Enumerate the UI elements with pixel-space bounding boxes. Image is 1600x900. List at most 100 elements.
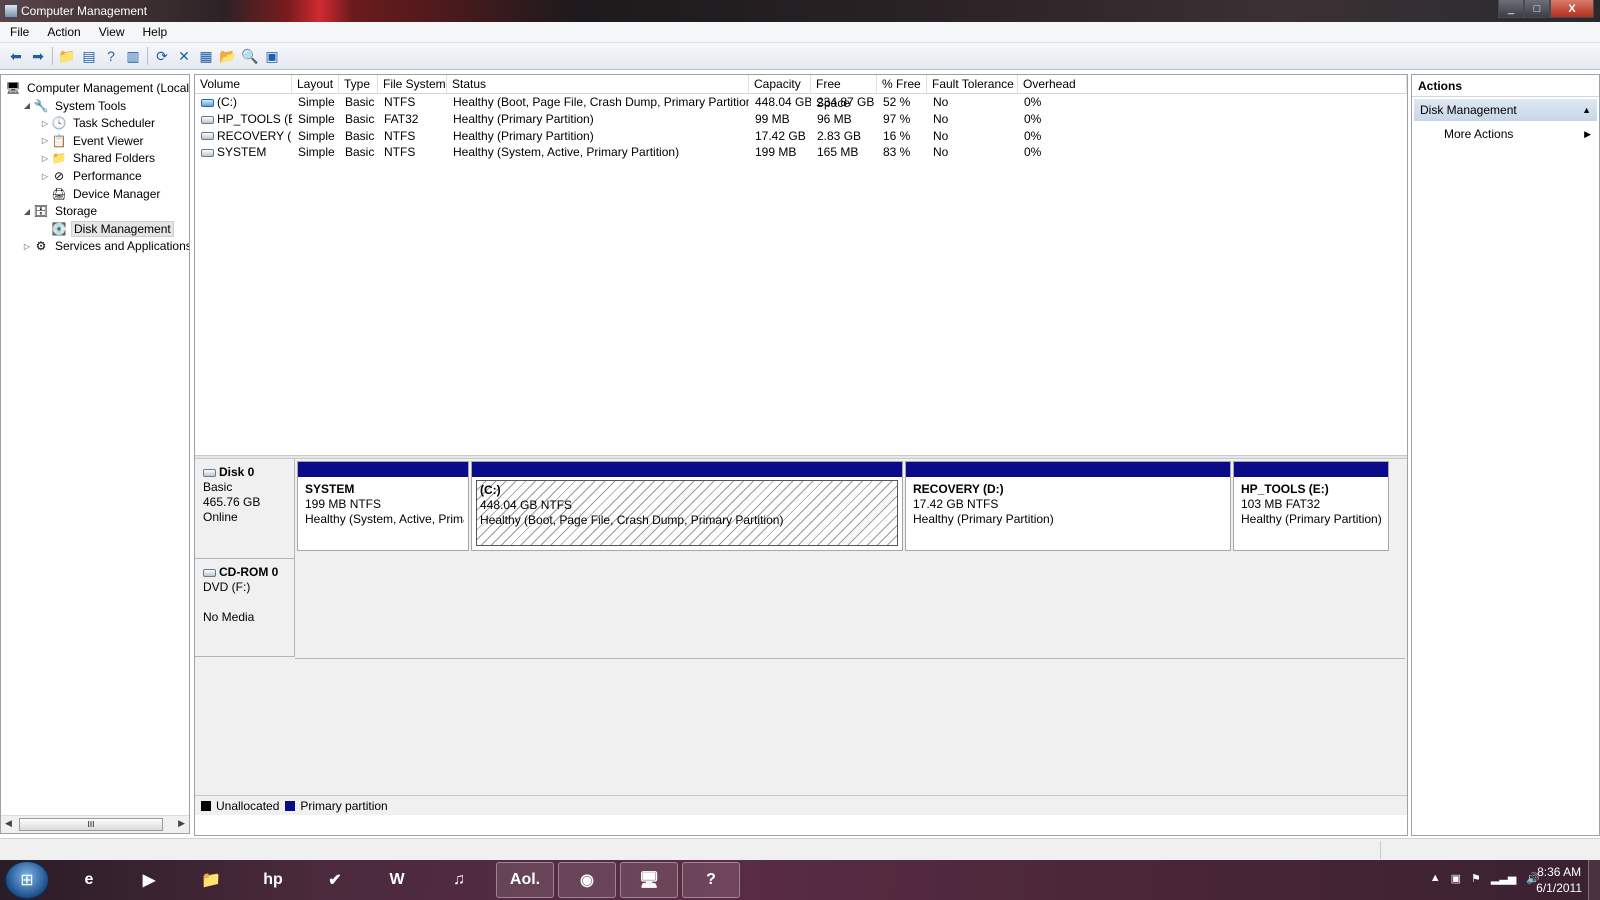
- open-icon[interactable]: 📂: [217, 46, 239, 66]
- internet-explorer-icon[interactable]: e: [60, 862, 118, 898]
- volume-cell-status: Healthy (Primary Partition): [453, 128, 594, 143]
- volume-row[interactable]: HP_TOOLS (E:) Simple Basic FAT32 Healthy (Pr…: [195, 111, 1407, 128]
- checkmark-app-icon[interactable]: ✔: [306, 862, 364, 898]
- graphical-disk-view: Disk 0 Basic 465.76 GB Online SYSTEM 199…: [195, 459, 1407, 815]
- volume-cell-free: 16 %: [883, 128, 911, 143]
- cdrom0-label[interactable]: CD-ROM 0 DVD (F:) No Media: [195, 559, 295, 657]
- volume-cell-status: Healthy (System, Active, Primary Partiti…: [453, 145, 680, 160]
- more-actions-item[interactable]: More Actions ▶: [1414, 123, 1597, 145]
- start-button[interactable]: ⊞: [5, 861, 49, 899]
- column-header-type[interactable]: Type: [339, 75, 378, 94]
- expand-arrow-icon[interactable]: ▷: [39, 119, 51, 128]
- column-header-fault-tolerance[interactable]: Fault Tolerance: [927, 75, 1018, 94]
- word-icon[interactable]: W: [368, 862, 426, 898]
- expand-arrow-icon[interactable]: ▷: [39, 172, 51, 181]
- actions-section-disk-management[interactable]: Disk Management ▲: [1414, 99, 1597, 121]
- explorer-icon[interactable]: 📁: [182, 862, 240, 898]
- show-hide-action-pane-icon[interactable]: ▥: [122, 46, 144, 66]
- expand-arrow-icon[interactable]: ▷: [21, 242, 33, 251]
- refresh-icon[interactable]: ⟳: [151, 46, 173, 66]
- media-player-icon[interactable]: ▶: [120, 862, 178, 898]
- computer-management-icon[interactable]: 🖥: [620, 862, 678, 898]
- submenu-arrow-icon: ▶: [1584, 129, 1591, 139]
- device-icon[interactable]: ▣: [1451, 872, 1461, 885]
- disk0-type: Basic: [203, 480, 233, 494]
- properties-icon[interactable]: ▦: [195, 46, 217, 66]
- tree-item-system-tools[interactable]: ◢ 🔧 System Tools: [21, 97, 128, 115]
- close-button[interactable]: X: [1550, 0, 1594, 18]
- search-icon[interactable]: 🔍: [239, 46, 261, 66]
- tree-item-services-and-applications[interactable]: ▷ ⚙ Services and Applications: [21, 237, 189, 255]
- scroll-left-icon[interactable]: ◀: [5, 818, 12, 829]
- disk0-label[interactable]: Disk 0 Basic 465.76 GB Online: [195, 459, 295, 559]
- app-orb-icon[interactable]: ◉: [558, 862, 616, 898]
- show-hide-console-tree-icon[interactable]: ▤: [78, 46, 100, 66]
- partition-recovery[interactable]: RECOVERY (D:) 17.42 GB NTFS Healthy (Pri…: [905, 461, 1231, 551]
- menu-help[interactable]: Help: [133, 25, 176, 39]
- menu-action[interactable]: Action: [37, 25, 88, 39]
- action-center-flag-icon[interactable]: ⚑: [1471, 872, 1481, 885]
- tree-item-event-viewer[interactable]: ▷ 📋 Event Viewer: [39, 132, 145, 150]
- tree-item-label: Services and Applications: [55, 239, 189, 254]
- menu-file[interactable]: File: [0, 25, 37, 39]
- volume-cell-status: Healthy (Boot, Page File, Crash Dump, Pr…: [453, 95, 749, 109]
- partition-c[interactable]: (C:) 448.04 GB NTFS Healthy (Boot, Page …: [471, 461, 903, 551]
- computer-icon: 🖥: [5, 81, 21, 95]
- column-header-volume[interactable]: Volume: [195, 75, 292, 94]
- column-header-layout[interactable]: Layout: [292, 75, 339, 94]
- back-icon[interactable]: ⬅: [5, 46, 27, 66]
- network-icon[interactable]: ▂▃▅: [1491, 872, 1516, 885]
- title-bar[interactable]: Computer Management _ □ X: [0, 0, 1600, 22]
- volume-cell-fault-tolerance: No: [933, 95, 949, 109]
- services-icon: ⚙: [35, 239, 47, 254]
- column-header-file-system[interactable]: File System: [378, 75, 447, 94]
- tree-item-performance[interactable]: ▷ ⊘ Performance: [39, 167, 144, 185]
- tree-item-device-manager[interactable]: 🖨 Device Manager: [39, 185, 162, 203]
- expand-arrow-icon[interactable]: ◢: [21, 101, 33, 110]
- help-support-icon[interactable]: ?: [682, 862, 740, 898]
- delete-icon[interactable]: ✕: [173, 46, 195, 66]
- tree-item-disk-management[interactable]: 💽 Disk Management: [39, 220, 174, 238]
- help-icon[interactable]: ?: [100, 46, 122, 66]
- partition-name: RECOVERY (D:): [913, 482, 1004, 496]
- tree-item-task-scheduler[interactable]: ▷ 🕓 Task Scheduler: [39, 114, 157, 132]
- column-header-free[interactable]: % Free: [877, 75, 927, 94]
- column-header-status[interactable]: Status: [447, 75, 749, 94]
- clock[interactable]: 8:36 AM 6/1/2011: [1536, 864, 1582, 896]
- itunes-icon[interactable]: ♫: [430, 862, 488, 898]
- menu-view[interactable]: View: [89, 25, 133, 39]
- legend-label: Primary partition: [300, 798, 388, 813]
- column-header-free-space[interactable]: Free Space: [811, 75, 877, 110]
- export-icon[interactable]: ▣: [261, 46, 283, 66]
- minimize-button[interactable]: _: [1498, 0, 1524, 18]
- volume-row[interactable]: (C:) Simple Basic NTFS Healthy (Boot, Page F…: [195, 94, 1407, 111]
- show-hidden-icons-icon[interactable]: ▲: [1430, 872, 1441, 885]
- tree-item-computer-management-local[interactable]: 🖥 Computer Management (Local: [3, 79, 189, 97]
- up-folder-icon[interactable]: 📁: [56, 46, 78, 66]
- volume-cell-volume: HP_TOOLS (E:): [195, 111, 292, 128]
- volume-name: HP_TOOLS (E:): [217, 111, 292, 126]
- hp-icon[interactable]: hp: [244, 862, 302, 898]
- tree-item-shared-folders[interactable]: ▷ 📁 Shared Folders: [39, 149, 157, 167]
- maximize-button[interactable]: □: [1524, 0, 1550, 18]
- partition-status: Healthy (Primary Partition): [1241, 512, 1382, 526]
- tree-horizontal-scrollbar[interactable]: ◀ III ▶: [1, 815, 189, 833]
- partition-hp-tools[interactable]: HP_TOOLS (E:) 103 MB FAT32 Healthy (Prim…: [1233, 461, 1389, 551]
- column-header-overhead[interactable]: Overhead: [1018, 75, 1407, 94]
- expand-arrow-icon[interactable]: ▷: [39, 136, 51, 145]
- window-title: Computer Management: [21, 4, 148, 18]
- expand-arrow-icon[interactable]: ◢: [21, 207, 33, 216]
- volume-row[interactable]: SYSTEM Simple Basic NTFS Healthy (System, Ac…: [195, 144, 1407, 161]
- disk-management-pane: Volume Layout Type File System Status Capacit…: [194, 74, 1408, 836]
- scroll-right-icon[interactable]: ▶: [178, 818, 185, 829]
- tree-item-storage[interactable]: ◢ 🗄 Storage: [21, 202, 99, 220]
- scroll-thumb[interactable]: III: [19, 818, 163, 831]
- collapse-icon[interactable]: ▲: [1582, 99, 1591, 121]
- forward-icon[interactable]: ➡: [27, 46, 49, 66]
- aol-icon[interactable]: Aol.: [496, 862, 554, 898]
- column-header-capacity[interactable]: Capacity: [749, 75, 811, 94]
- show-desktop-button[interactable]: [1588, 860, 1600, 900]
- partition-system[interactable]: SYSTEM 199 MB NTFS Healthy (System, Acti…: [297, 461, 469, 551]
- expand-arrow-icon[interactable]: ▷: [39, 154, 51, 163]
- volume-row[interactable]: RECOVERY (D:) Simple Basic NTFS Healthy (Pri…: [195, 128, 1407, 145]
